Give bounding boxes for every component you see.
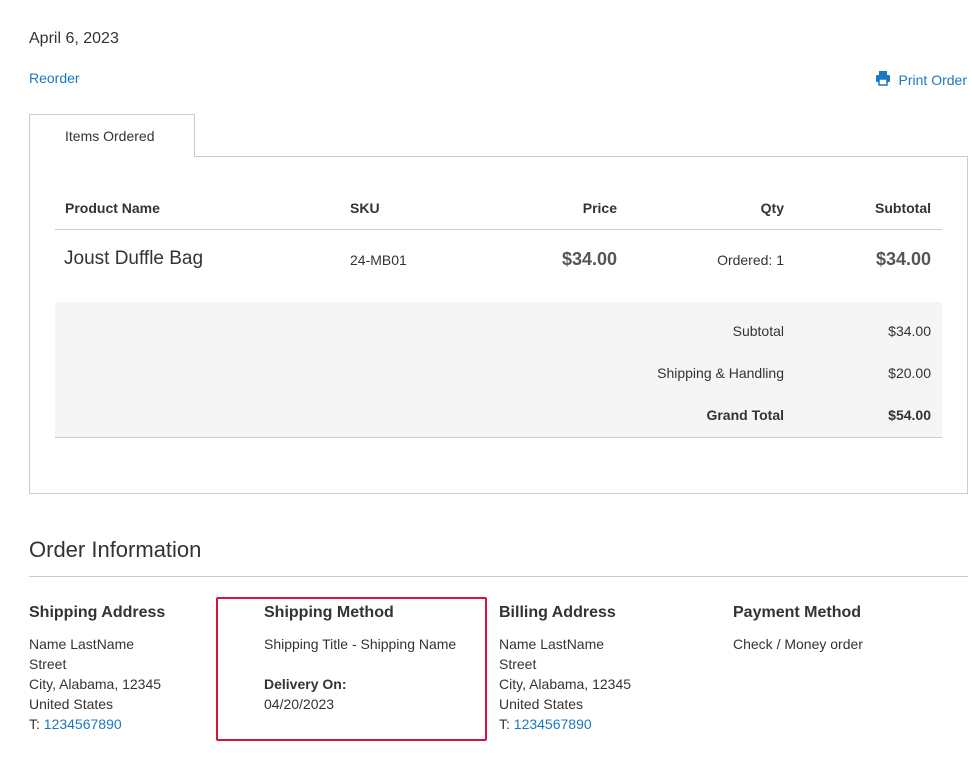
order-information-title: Order Information <box>29 537 202 562</box>
phone-prefix: T: <box>29 716 40 732</box>
subtotal-value: $34.00 <box>888 323 931 339</box>
col-header-product-name: Product Name <box>65 200 160 216</box>
shipping-method-block: Shipping Title - Shipping Name Delivery … <box>264 634 456 714</box>
delivery-date: 04/20/2023 <box>264 696 335 712</box>
subtotal-label: Subtotal <box>732 323 784 339</box>
col-header-subtotal: Subtotal <box>875 200 931 216</box>
col-header-sku: SKU <box>350 200 380 216</box>
table-header-divider <box>55 229 942 230</box>
order-date: April 6, 2023 <box>29 30 119 47</box>
print-order-link[interactable]: Print Order <box>875 70 967 89</box>
payment-method-title: Payment Method <box>733 604 862 621</box>
shipping-address-country: United States <box>29 696 114 712</box>
payment-method-value: Check / Money order <box>733 636 863 652</box>
product-subtotal: $34.00 <box>875 249 931 269</box>
col-header-qty: Qty <box>760 200 784 216</box>
billing-address-country: United States <box>499 696 584 712</box>
col-header-price: Price <box>582 200 617 216</box>
order-totals <box>55 302 942 438</box>
grand-total-value: $54.00 <box>888 407 931 423</box>
product-qty: Ordered: 1 <box>717 252 784 268</box>
billing-address-phone-row: T: 1234567890 <box>499 714 631 734</box>
billing-address-title: Billing Address <box>499 604 616 621</box>
reorder-link[interactable]: Reorder <box>29 70 80 86</box>
shipping-address-block: Name LastName Street City, Alabama, 1234… <box>29 634 161 734</box>
billing-phone-link[interactable]: 1234567890 <box>514 716 592 732</box>
phone-prefix: T: <box>499 716 510 732</box>
delivery-on-label: Delivery On: <box>264 676 347 692</box>
billing-address-name: Name LastName <box>499 636 605 652</box>
product-price: $34.00 <box>561 249 617 269</box>
shipping-method-value: Shipping Title - Shipping Name <box>264 636 457 652</box>
shipping-label: Shipping & Handling <box>657 365 784 381</box>
shipping-method-title: Shipping Method <box>264 604 394 621</box>
print-order-label: Print Order <box>898 71 967 88</box>
product-sku: 24-MB01 <box>350 252 407 268</box>
printer-icon <box>875 70 891 89</box>
shipping-phone-link[interactable]: 1234567890 <box>44 716 122 732</box>
billing-address-block: Name LastName Street City, Alabama, 1234… <box>499 634 631 734</box>
shipping-address-street: Street <box>29 656 67 672</box>
shipping-address-phone-row: T: 1234567890 <box>29 714 161 734</box>
tab-items-ordered[interactable]: Items Ordered <box>29 114 195 157</box>
shipping-address-city: City, Alabama, 12345 <box>29 676 162 692</box>
shipping-address-title: Shipping Address <box>29 604 166 621</box>
shipping-value: $20.00 <box>888 365 931 381</box>
billing-address-street: Street <box>499 656 537 672</box>
order-information-divider <box>29 576 968 577</box>
grand-total-label: Grand Total <box>706 407 784 423</box>
billing-address-city: City, Alabama, 12345 <box>499 676 632 692</box>
shipping-address-name: Name LastName <box>29 636 135 652</box>
product-name: Joust Duffle Bag <box>64 248 204 269</box>
